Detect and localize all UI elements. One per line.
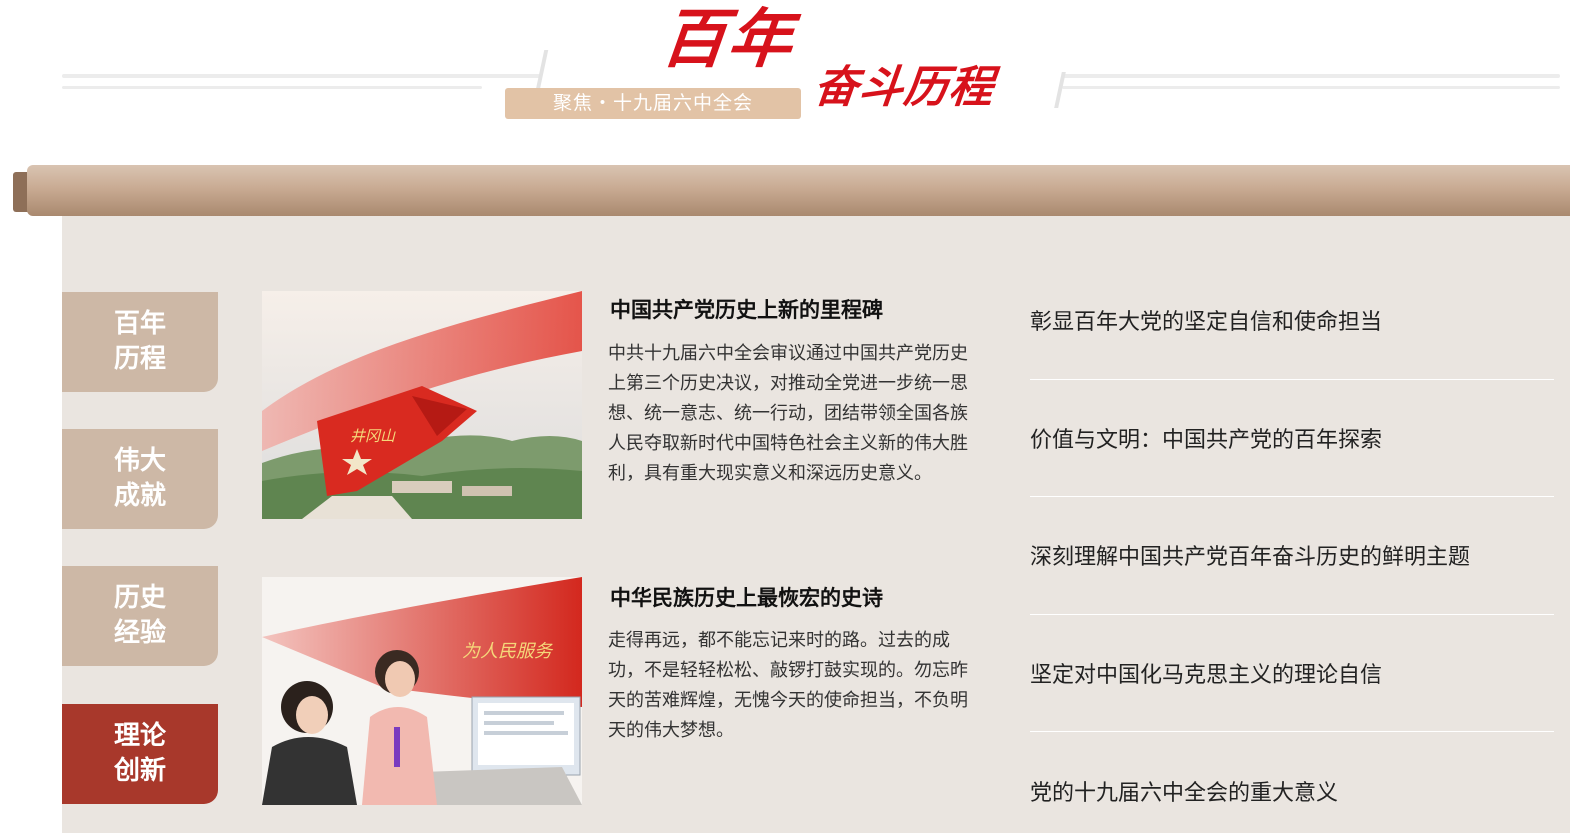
focus-badge: 聚焦・十九届六中全会 bbox=[505, 88, 801, 119]
article-title[interactable]: 中国共产党历史上新的里程碑 bbox=[610, 294, 883, 324]
page-header: 百年 奋斗历程 聚焦・十九届六中全会 bbox=[0, 0, 1570, 150]
tab-theoretical-innovation[interactable]: 理论创新 bbox=[62, 704, 218, 804]
page-title-main: 百年 bbox=[658, 3, 798, 77]
section-bar bbox=[27, 165, 1570, 216]
related-links-list: 彰显百年大党的坚定自信和使命担当 价值与文明：中国共产党的百年探索 深刻理解中国… bbox=[1030, 262, 1554, 833]
tab-centennial-history[interactable]: 百年历程 bbox=[62, 292, 218, 392]
monument-illustration: 井冈山 bbox=[262, 291, 582, 519]
article-summary: 走得再远，都不能忘记来时的路。过去的成功，不是轻轻松松、敲锣打鼓实现的。勿忘昨天… bbox=[608, 630, 968, 741]
related-link[interactable]: 彰显百年大党的坚定自信和使命担当 bbox=[1030, 262, 1554, 380]
article-summary: 中共十九届六中全会审议通过中国共产党历史上第三个历史决议，对推动全党进一步统一思… bbox=[608, 343, 968, 484]
header-decor-slash bbox=[535, 50, 549, 90]
exhibition-illustration: 为人民服务 bbox=[262, 577, 582, 805]
tab-label: 理论创新 bbox=[113, 721, 166, 786]
article-image-exhibition[interactable]: 为人民服务 bbox=[262, 577, 582, 805]
related-link[interactable]: 价值与文明：中国共产党的百年探索 bbox=[1030, 380, 1554, 497]
header-decor-line bbox=[1062, 86, 1560, 89]
tab-label: 百年历程 bbox=[113, 309, 166, 374]
article-title[interactable]: 中华民族历史上最恢宏的史诗 bbox=[610, 582, 883, 612]
svg-text:井冈山: 井冈山 bbox=[350, 427, 396, 445]
page-title-sub: 奋斗历程 bbox=[811, 62, 997, 113]
tab-label: 历史经验 bbox=[113, 583, 166, 648]
header-decor-line bbox=[62, 74, 542, 78]
svg-text:为人民服务: 为人民服务 bbox=[462, 641, 554, 662]
header-decor-line bbox=[62, 86, 482, 89]
header-decor-slash bbox=[1054, 72, 1066, 108]
related-link[interactable]: 坚定对中国化马克思主义的理论自信 bbox=[1030, 615, 1554, 732]
article-image-jinggangshan[interactable]: 井冈山 bbox=[262, 291, 582, 519]
tab-historical-experience[interactable]: 历史经验 bbox=[62, 566, 218, 666]
header-decor-line bbox=[1062, 74, 1560, 78]
related-link[interactable]: 党的十九届六中全会的重大意义 bbox=[1030, 732, 1554, 833]
tab-great-achievements[interactable]: 伟大成就 bbox=[62, 429, 218, 529]
tab-label: 伟大成就 bbox=[113, 446, 166, 511]
related-link[interactable]: 深刻理解中国共产党百年奋斗历史的鲜明主题 bbox=[1030, 497, 1554, 615]
